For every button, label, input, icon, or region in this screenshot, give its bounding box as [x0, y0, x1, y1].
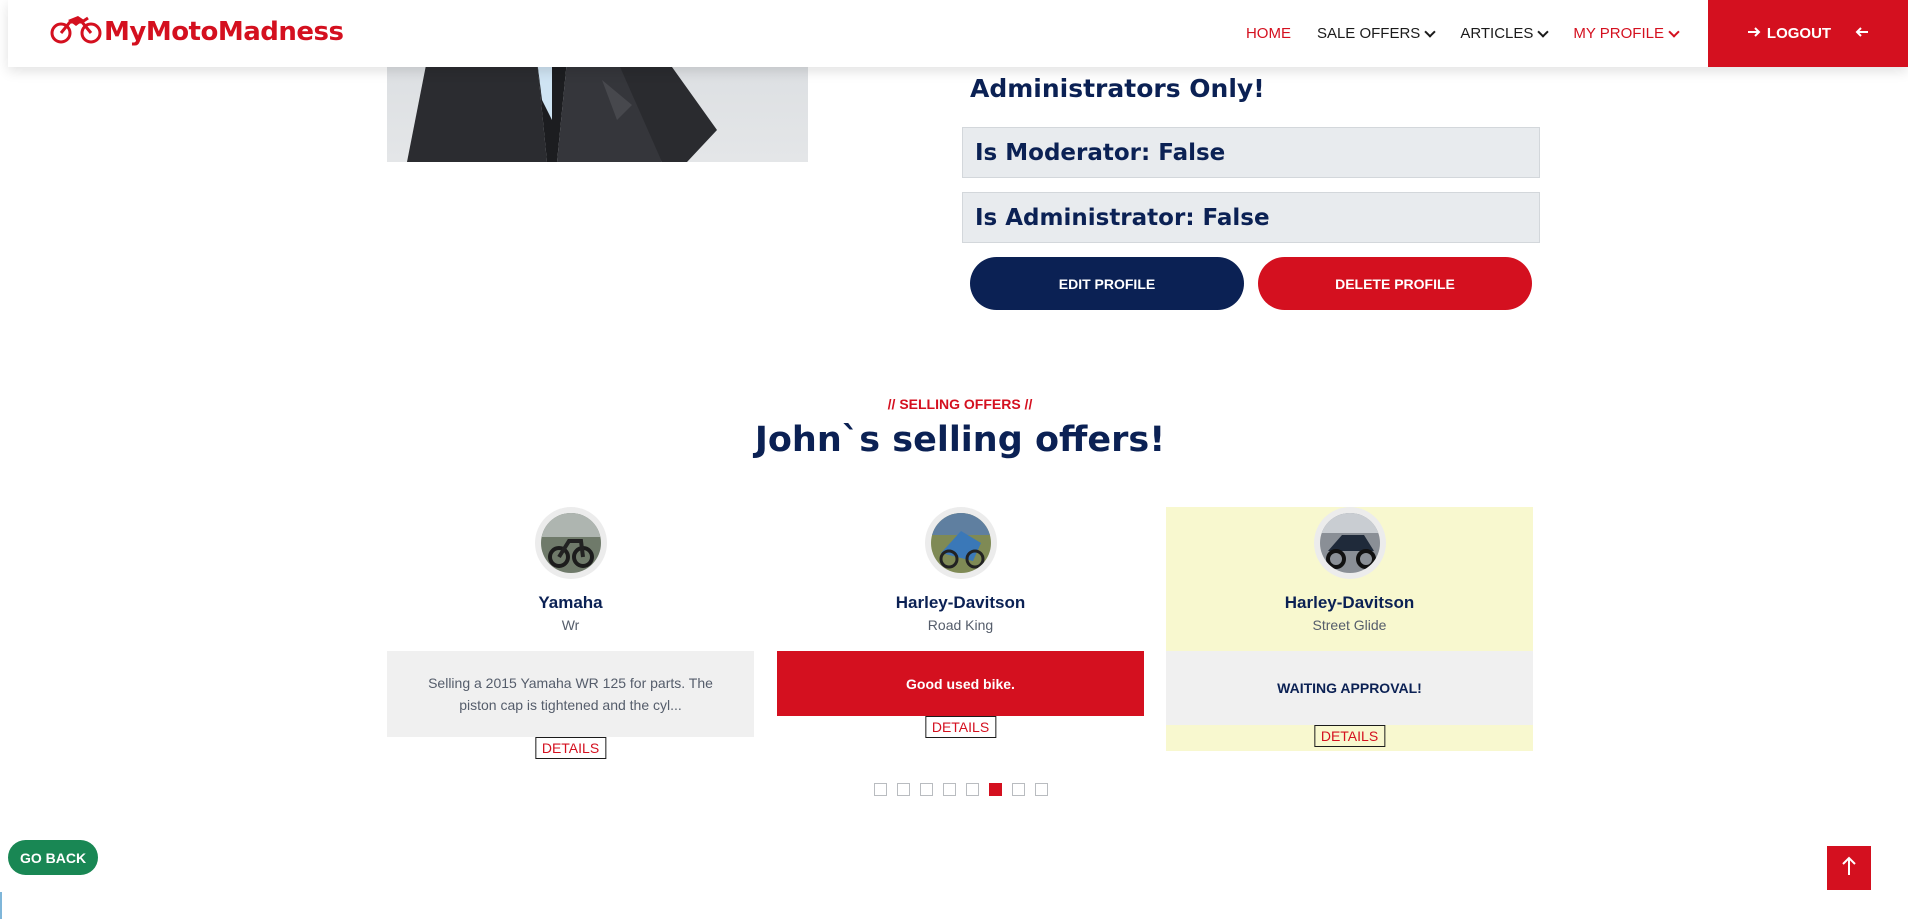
offer-make: Harley-Davitson	[1284, 593, 1415, 612]
offer-description: Good used bike.	[777, 651, 1144, 716]
offer-avatar	[534, 507, 607, 579]
offer-avatar	[1313, 507, 1386, 579]
carousel-dot[interactable]	[966, 783, 979, 796]
details-button[interactable]: DETAILS	[924, 716, 997, 738]
motorcycle-photo	[1319, 513, 1380, 573]
carousel-dot-active[interactable]	[989, 783, 1002, 796]
details-button[interactable]: DETAILS	[1313, 725, 1386, 747]
nav-sale-offers[interactable]: SALE OFFERS	[1316, 25, 1436, 42]
offer-model: Street Glide	[1312, 617, 1387, 633]
nav-my-profile-label: MY PROFILE	[1573, 25, 1664, 42]
edit-profile-button[interactable]: EDIT PROFILE	[970, 257, 1244, 310]
brand-name: MyMotoMadness	[104, 16, 344, 47]
carousel-dot[interactable]	[920, 783, 933, 796]
offer-description-text: Selling a 2015 Yamaha WR 125 for parts. …	[428, 675, 713, 713]
offer-make: Yamaha	[538, 593, 603, 612]
section-kicker: // SELLING OFFERS //	[887, 396, 1033, 412]
nav-home-label: HOME	[1245, 25, 1291, 42]
motorcycle-photo	[930, 513, 991, 573]
offer-card: Harley-Davitson Street Glide WAITING APP…	[1166, 507, 1533, 751]
arrow-left-icon	[1855, 25, 1869, 43]
administrator-status-box: Is Administrator: False	[962, 192, 1540, 243]
details-button[interactable]: DETAILS	[534, 737, 607, 759]
offer-model: Wr	[561, 617, 580, 633]
nav-sale-offers-label: SALE OFFERS	[1316, 25, 1421, 42]
offer-status-text: WAITING APPROVAL!	[1277, 680, 1422, 696]
nav-my-profile[interactable]: MY PROFILE	[1573, 25, 1680, 42]
arrow-up-icon	[1841, 856, 1857, 881]
scroll-to-top-button[interactable]	[1827, 846, 1871, 890]
carousel-dot[interactable]	[1035, 783, 1048, 796]
logout-label: LOGOUT	[1766, 25, 1832, 42]
carousel-pagination	[874, 783, 1048, 796]
carousel-dot[interactable]	[943, 783, 956, 796]
chevron-down-icon	[1537, 25, 1550, 38]
site-header: MyMotoMadness HOME SALE OFFERS ARTICLES …	[8, 0, 1908, 67]
offer-description: Selling a 2015 Yamaha WR 125 for parts. …	[387, 651, 754, 737]
moderator-status-box: Is Moderator: False	[962, 127, 1540, 178]
chevron-down-icon	[1668, 25, 1680, 38]
main-nav: HOME SALE OFFERS ARTICLES MY PROFILE	[1246, 0, 1680, 67]
arrow-right-icon	[1747, 25, 1761, 43]
admin-only-heading: Administrators Only!	[970, 74, 1265, 103]
focus-edge-line	[0, 892, 2, 919]
carousel-dot[interactable]	[897, 783, 910, 796]
offer-make: Harley-Davitson	[895, 593, 1026, 612]
carousel-dot[interactable]	[874, 783, 887, 796]
go-back-button[interactable]: GO BACK	[8, 840, 99, 875]
offer-status: WAITING APPROVAL!	[1166, 651, 1533, 725]
moderator-status-text: Is Moderator: False	[975, 139, 1226, 166]
chevron-down-icon	[1424, 25, 1436, 38]
offer-avatar	[924, 507, 997, 579]
carousel-dot[interactable]	[1012, 783, 1025, 796]
delete-profile-button[interactable]: DELETE PROFILE	[1258, 257, 1532, 310]
nav-articles[interactable]: ARTICLES	[1460, 25, 1550, 42]
nav-home[interactable]: HOME	[1246, 25, 1291, 42]
nav-articles-label: ARTICLES	[1460, 25, 1534, 42]
offer-model: Road King	[927, 617, 994, 633]
profile-photo	[387, 60, 808, 162]
offer-description-text: Good used bike.	[906, 675, 1015, 692]
logout-button[interactable]: LOGOUT	[1708, 0, 1908, 67]
administrator-status-text: Is Administrator: False	[975, 204, 1270, 231]
brand-logo[interactable]: MyMotoMadness	[50, 14, 344, 49]
motorcycle-photo	[540, 513, 601, 573]
motorcycle-icon	[50, 14, 102, 49]
section-title: John`s selling offers!	[754, 420, 1166, 460]
